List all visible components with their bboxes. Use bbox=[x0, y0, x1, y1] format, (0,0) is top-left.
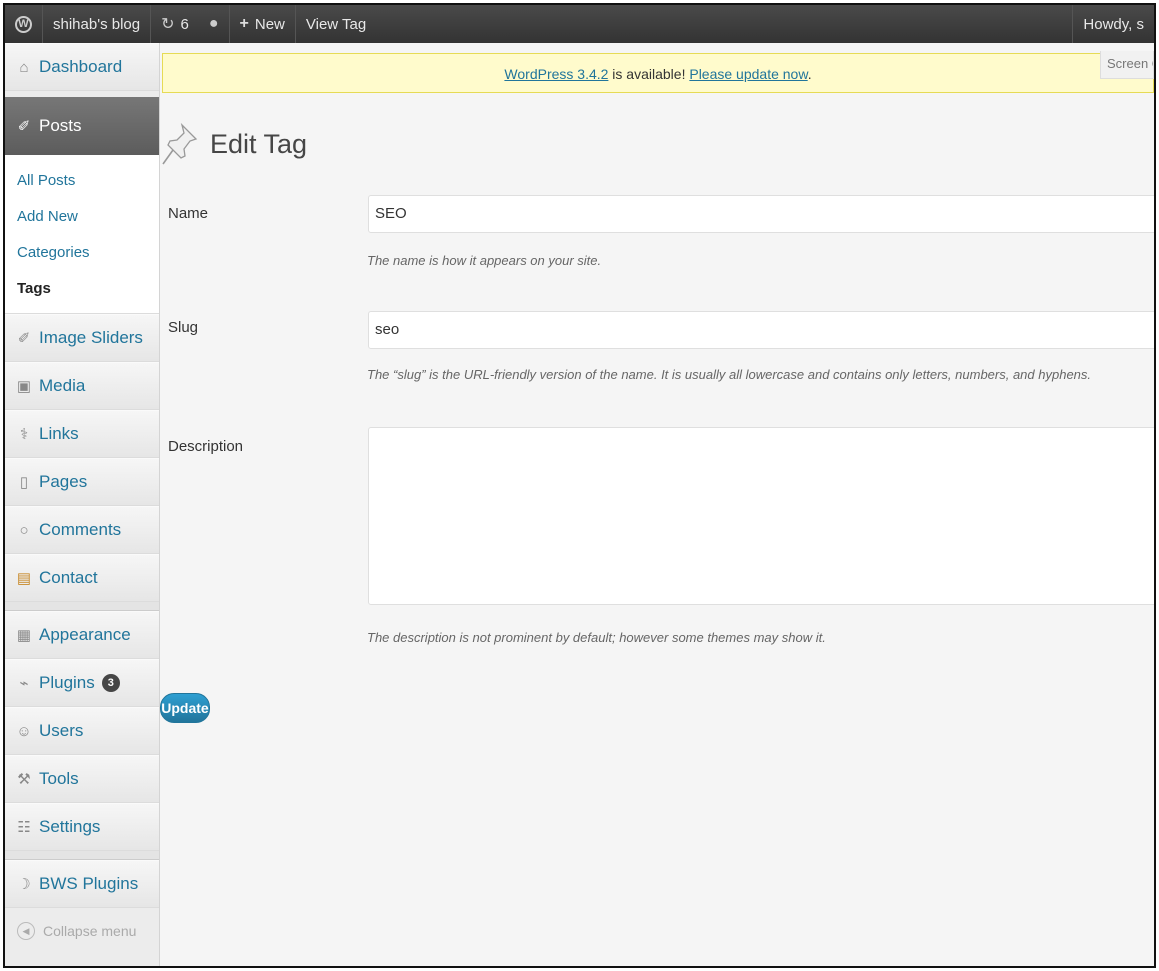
menu-image-sliders[interactable]: ✐ Image Sliders bbox=[5, 314, 159, 362]
plus-icon: + bbox=[239, 15, 249, 32]
menu-tools-label: Tools bbox=[39, 769, 79, 788]
menu-posts-label: Posts bbox=[39, 116, 82, 135]
description-help: The description is not prominent by defa… bbox=[367, 630, 826, 645]
menu-tools[interactable]: ⚒ Tools bbox=[5, 755, 159, 803]
wordpress-version-link[interactable]: WordPress 3.4.2 bbox=[504, 66, 608, 82]
comments-link[interactable]: ● bbox=[199, 5, 230, 43]
menu-settings-label: Settings bbox=[39, 817, 101, 836]
menu-links[interactable]: ⚕ Links bbox=[5, 410, 159, 458]
update-nag-text: is available! bbox=[608, 66, 690, 82]
menu-pages[interactable]: ▯ Pages bbox=[5, 458, 159, 506]
menu-posts[interactable]: ✐ Posts bbox=[5, 97, 159, 155]
submenu-all-posts[interactable]: All Posts bbox=[5, 163, 159, 199]
home-icon: ⌂ bbox=[19, 58, 29, 76]
page-title-area: Edit Tag bbox=[160, 121, 307, 167]
menu-dashboard[interactable]: ⌂ Dashboard bbox=[5, 43, 159, 91]
update-now-link[interactable]: Please update now bbox=[689, 66, 807, 82]
menu-dashboard-label: Dashboard bbox=[39, 57, 123, 76]
comment-bubble-icon: ● bbox=[208, 15, 219, 32]
collapse-arrow-icon: ◀ bbox=[17, 922, 35, 940]
users-icon: ☺ bbox=[16, 722, 32, 740]
pushpin-icon: ✐ bbox=[17, 118, 31, 135]
description-label: Description bbox=[168, 438, 244, 455]
settings-icon: ☷ bbox=[17, 819, 31, 836]
menu-media[interactable]: ▣ Media bbox=[5, 362, 159, 410]
slug-description: The “slug” is the URL-friendly version o… bbox=[367, 367, 1092, 382]
menu-bws-plugins-label: BWS Plugins bbox=[39, 874, 139, 893]
menu-users-label: Users bbox=[39, 721, 84, 740]
menu-settings[interactable]: ☷ Settings bbox=[5, 803, 159, 851]
submenu-tags[interactable]: Tags bbox=[5, 271, 159, 307]
new-label: New bbox=[254, 15, 285, 33]
menu-appearance-label: Appearance bbox=[39, 625, 131, 644]
name-label: Name bbox=[168, 205, 209, 222]
my-account-menu[interactable]: Howdy, s bbox=[1072, 5, 1154, 43]
pushpin-icon: ✐ bbox=[17, 330, 31, 347]
name-input[interactable]: SEO bbox=[368, 195, 1154, 233]
wordpress-logo-icon: W bbox=[15, 15, 32, 33]
updates-icon: ↻ bbox=[161, 16, 175, 33]
appearance-icon: ▦ bbox=[16, 627, 32, 644]
menu-separator bbox=[5, 851, 159, 860]
pages-icon: ▯ bbox=[19, 474, 29, 491]
link-icon: ⚕ bbox=[19, 426, 29, 443]
updates-count: 6 bbox=[180, 15, 189, 33]
pushpin-icon bbox=[162, 122, 198, 165]
menu-comments-label: Comments bbox=[39, 520, 122, 539]
name-description: The name is how it appears on your site. bbox=[367, 253, 602, 268]
site-name-link[interactable]: shihab's blog bbox=[43, 5, 152, 43]
update-nag: WordPress 3.4.2 is available! Please upd… bbox=[162, 53, 1154, 93]
menu-media-label: Media bbox=[39, 376, 86, 395]
comments-icon: ○ bbox=[19, 521, 29, 539]
contact-form-icon: ▤ bbox=[16, 570, 32, 587]
admin-sidebar: ⌂ Dashboard ✐ Posts All Posts Add New Ca… bbox=[5, 43, 160, 966]
update-button[interactable]: Update bbox=[160, 693, 210, 723]
update-nag-end: . bbox=[807, 66, 812, 82]
tools-icon: ⚒ bbox=[17, 771, 31, 788]
browser-frame: W shihab's blog ↻ 6 ● + New View Tag How… bbox=[3, 3, 1156, 968]
submenu-categories[interactable]: Categories bbox=[5, 235, 159, 271]
page-title: Edit Tag bbox=[210, 128, 308, 159]
updates-link[interactable]: ↻ 6 bbox=[151, 5, 199, 43]
menu-separator bbox=[5, 602, 159, 611]
slug-input[interactable]: seo bbox=[368, 311, 1154, 349]
collapse-menu-button[interactable]: ◀ Collapse menu bbox=[5, 908, 159, 954]
description-textarea[interactable] bbox=[368, 427, 1154, 605]
wp-logo-menu[interactable]: W bbox=[5, 5, 43, 43]
new-content-menu[interactable]: + New bbox=[230, 5, 296, 43]
media-icon: ▣ bbox=[16, 378, 32, 395]
menu-pages-label: Pages bbox=[39, 472, 88, 491]
plug-icon: ⌁ bbox=[19, 675, 29, 692]
menu-contact-label: Contact bbox=[39, 568, 98, 587]
main-content: WordPress 3.4.2 is available! Please upd… bbox=[160, 43, 1154, 966]
plugins-update-badge: 3 bbox=[101, 674, 120, 692]
screen-options-button[interactable]: Screen Op bbox=[1100, 51, 1154, 79]
menu-comments[interactable]: ○ Comments bbox=[5, 506, 159, 554]
menu-appearance[interactable]: ▦ Appearance bbox=[5, 611, 159, 659]
posts-submenu: All Posts Add New Categories Tags bbox=[5, 155, 159, 314]
menu-links-label: Links bbox=[39, 424, 79, 443]
menu-users[interactable]: ☺ Users bbox=[5, 707, 159, 755]
bws-plugins-icon: ☽ bbox=[17, 876, 31, 893]
slug-label: Slug bbox=[168, 319, 199, 336]
admin-bar: W shihab's blog ↻ 6 ● + New View Tag How… bbox=[5, 5, 1154, 43]
menu-plugins-label: Plugins bbox=[39, 673, 95, 692]
view-tag-link[interactable]: View Tag bbox=[296, 5, 376, 43]
submenu-add-new[interactable]: Add New bbox=[5, 199, 159, 235]
collapse-menu-label: Collapse menu bbox=[43, 923, 137, 939]
menu-contact[interactable]: ▤ Contact bbox=[5, 554, 159, 602]
menu-image-sliders-label: Image Sliders bbox=[39, 328, 143, 347]
menu-bws-plugins[interactable]: ☽ BWS Plugins bbox=[5, 860, 159, 908]
menu-plugins[interactable]: ⌁ Plugins 3 bbox=[5, 659, 159, 707]
